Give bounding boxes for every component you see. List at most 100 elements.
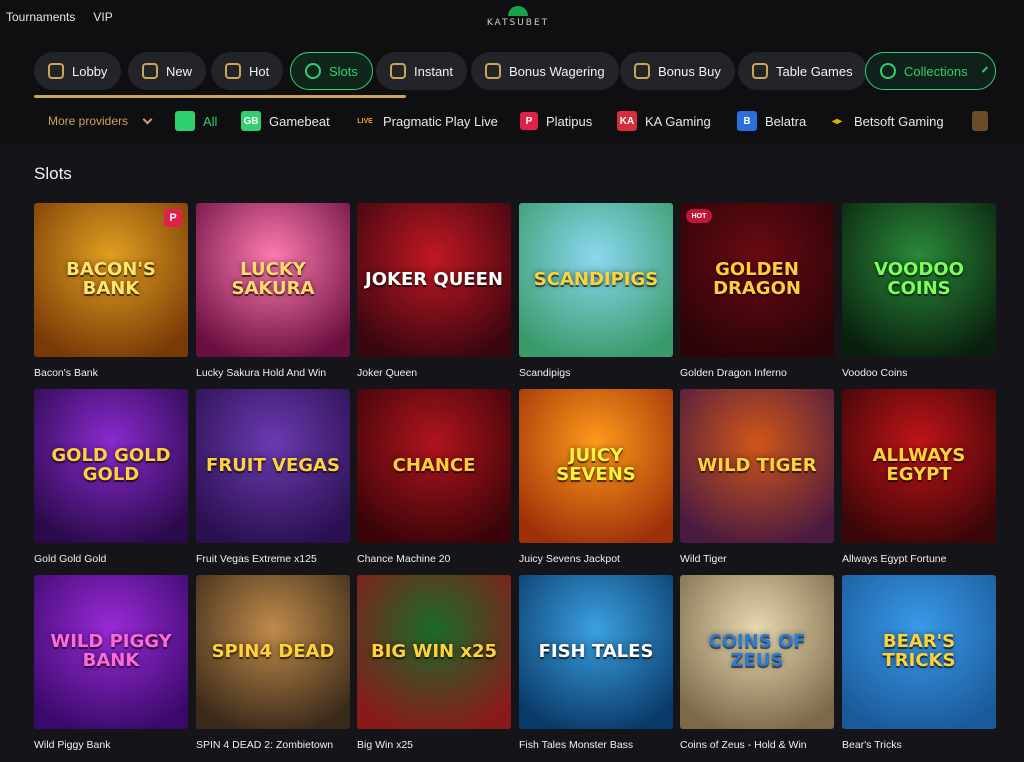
game-title[interactable]: Coins of Zeus - Hold & Win — [680, 739, 834, 751]
game-card[interactable]: GOLD GOLD GOLD Gold Gold Gold — [34, 389, 188, 565]
vip-link[interactable]: VIP — [93, 10, 112, 24]
game-art-title: BACON'S BANK — [66, 259, 156, 299]
game-card[interactable]: GOLDEN DRAGON HOT Golden Dragon Inferno — [680, 203, 834, 379]
tab-bonus-wagering[interactable]: Bonus Wagering — [471, 52, 619, 90]
game-card[interactable]: FISH TALES Fish Tales Monster Bass — [519, 575, 673, 751]
game-title[interactable]: Wild Tiger — [680, 553, 834, 565]
game-thumbnail[interactable]: ALLWAYS EGYPT — [842, 389, 996, 543]
chevron-down-icon — [142, 114, 153, 124]
game-thumbnail[interactable]: VOODOO COINS — [842, 203, 996, 357]
game-art-title: BEAR'S TRICKS — [882, 631, 956, 671]
game-title[interactable]: Allways Egypt Fortune — [842, 553, 996, 565]
game-title[interactable]: Juicy Sevens Jackpot — [519, 553, 673, 565]
game-card[interactable]: COINS OF ZEUS Coins of Zeus - Hold & Win — [680, 575, 834, 751]
game-art-title: GOLDEN DRAGON — [713, 259, 801, 299]
game-thumbnail[interactable]: GOLD GOLD GOLD — [34, 389, 188, 543]
provider-label: Gamebeat — [269, 113, 330, 129]
game-thumbnail[interactable]: WILD PIGGY BANK — [34, 575, 188, 729]
more-providers-dropdown[interactable]: More providers — [48, 104, 153, 138]
tab-hot[interactable]: Hot — [211, 52, 284, 90]
game-title[interactable]: Lucky Sakura Hold And Win — [196, 367, 350, 379]
game-thumbnail[interactable]: COINS OF ZEUS — [680, 575, 834, 729]
game-card[interactable]: ALLWAYS EGYPT Allways Egypt Fortune — [842, 389, 996, 565]
game-art-title: JUICY SEVENS — [556, 445, 636, 485]
game-title[interactable]: Voodoo Coins — [842, 367, 996, 379]
tab-bonus-buy[interactable]: Bonus Buy — [620, 52, 735, 90]
pragmatic-live-logo-icon: LIVE — [357, 117, 373, 125]
gamebeat-logo-icon: GB — [241, 111, 261, 131]
game-art-title: FRUIT VEGAS — [206, 454, 340, 476]
tab-label: Instant — [414, 63, 454, 79]
game-title[interactable]: Scandipigs — [519, 367, 673, 379]
game-card[interactable]: JOKER QUEEN Joker Queen — [357, 203, 511, 379]
game-thumbnail[interactable]: SPIN4 DEAD — [196, 575, 350, 729]
game-thumbnail[interactable]: BEAR'S TRICKS — [842, 575, 996, 729]
game-title[interactable]: Bear's Tricks — [842, 739, 996, 751]
provider-label: Platipus — [546, 113, 593, 129]
provider-gamebeat[interactable]: GB Gamebeat — [241, 104, 330, 138]
game-title[interactable]: Bacon's Bank — [34, 367, 188, 379]
game-card[interactable]: WILD TIGER Wild Tiger — [680, 389, 834, 565]
game-title[interactable]: SPIN 4 DEAD 2: Zombietown — [196, 739, 350, 751]
game-art-title: LUCKY SAKURA — [231, 259, 315, 299]
tab-label: New — [166, 63, 193, 79]
game-title[interactable]: Chance Machine 20 — [357, 553, 511, 565]
game-thumbnail[interactable]: JOKER QUEEN — [357, 203, 511, 357]
chip-icon — [752, 63, 768, 79]
game-title[interactable]: Golden Dragon Inferno — [680, 367, 834, 379]
game-card[interactable]: WILD PIGGY BANK Wild Piggy Bank — [34, 575, 188, 751]
tab-lobby[interactable]: Lobby — [34, 52, 122, 90]
game-thumbnail[interactable]: FRUIT VEGAS — [196, 389, 350, 543]
game-thumbnail[interactable]: FISH TALES — [519, 575, 673, 729]
game-art-title: GOLD GOLD GOLD — [51, 445, 171, 485]
tab-slots[interactable]: Slots — [290, 52, 373, 90]
tab-table-games[interactable]: Table Games — [738, 52, 867, 90]
provider-badge: P — [164, 209, 182, 227]
game-title[interactable]: Fish Tales Monster Bass — [519, 739, 673, 751]
tournaments-link[interactable]: Tournaments — [6, 10, 75, 24]
provider-betsoft-gaming[interactable]: ◂▸ Betsoft Gaming — [828, 104, 944, 138]
new-icon — [142, 63, 158, 79]
game-card[interactable]: BEAR'S TRICKS Bear's Tricks — [842, 575, 996, 751]
tab-new[interactable]: New — [128, 52, 207, 90]
game-title[interactable]: Joker Queen — [357, 367, 511, 379]
game-thumbnail[interactable]: SCANDIPIGS — [519, 203, 673, 357]
game-thumbnail[interactable]: BACON'S BANK P — [34, 203, 188, 357]
provider-belatra[interactable]: B Belatra — [737, 104, 806, 138]
game-title[interactable]: Gold Gold Gold — [34, 553, 188, 565]
game-title[interactable]: Fruit Vegas Extreme x125 — [196, 553, 350, 565]
game-card[interactable]: BIG WIN x25 Big Win x25 — [357, 575, 511, 751]
game-thumbnail[interactable]: WILD TIGER — [680, 389, 834, 543]
tab-label: Table Games — [776, 63, 853, 79]
grid-icon — [175, 111, 195, 131]
game-card[interactable]: CHANCE Chance Machine 20 — [357, 389, 511, 565]
betsoft-logo-icon: ◂▸ — [831, 115, 843, 127]
collections-icon — [880, 63, 896, 79]
provider-next[interactable] — [972, 104, 988, 138]
game-card[interactable]: VOODOO COINS Voodoo Coins — [842, 203, 996, 379]
game-card[interactable]: JUICY SEVENS Juicy Sevens Jackpot — [519, 389, 673, 565]
game-card[interactable]: FRUIT VEGAS Fruit Vegas Extreme x125 — [196, 389, 350, 565]
game-thumbnail[interactable]: BIG WIN x25 — [357, 575, 511, 729]
logo-dome-icon — [508, 6, 528, 16]
provider-ka-gaming[interactable]: KA KA Gaming — [617, 104, 711, 138]
game-card[interactable]: BACON'S BANK P Bacon's Bank — [34, 203, 188, 379]
game-title[interactable]: Wild Piggy Bank — [34, 739, 188, 751]
provider-platipus[interactable]: P Platipus — [520, 104, 592, 138]
provider-pragmatic-play-live[interactable]: LIVE Pragmatic Play Live — [355, 104, 498, 138]
site-logo[interactable]: KATSUBET — [478, 6, 558, 32]
tab-label: Bonus Buy — [658, 63, 721, 79]
tab-instant[interactable]: Instant — [376, 52, 468, 90]
tab-label: Lobby — [72, 63, 108, 79]
game-thumbnail[interactable]: CHANCE — [357, 389, 511, 543]
game-card[interactable]: SPIN4 DEAD SPIN 4 DEAD 2: Zombietown — [196, 575, 350, 751]
game-thumbnail[interactable]: GOLDEN DRAGON HOT — [680, 203, 834, 357]
game-thumbnail[interactable]: LUCKY SAKURA — [196, 203, 350, 357]
game-thumbnail[interactable]: JUICY SEVENS — [519, 389, 673, 543]
game-card[interactable]: SCANDIPIGS Scandipigs — [519, 203, 673, 379]
collections-dropdown[interactable]: Collections — [865, 52, 996, 90]
cherry-icon — [305, 63, 321, 79]
provider-all[interactable]: All — [175, 104, 217, 138]
game-card[interactable]: LUCKY SAKURA Lucky Sakura Hold And Win — [196, 203, 350, 379]
game-title[interactable]: Big Win x25 — [357, 739, 511, 751]
